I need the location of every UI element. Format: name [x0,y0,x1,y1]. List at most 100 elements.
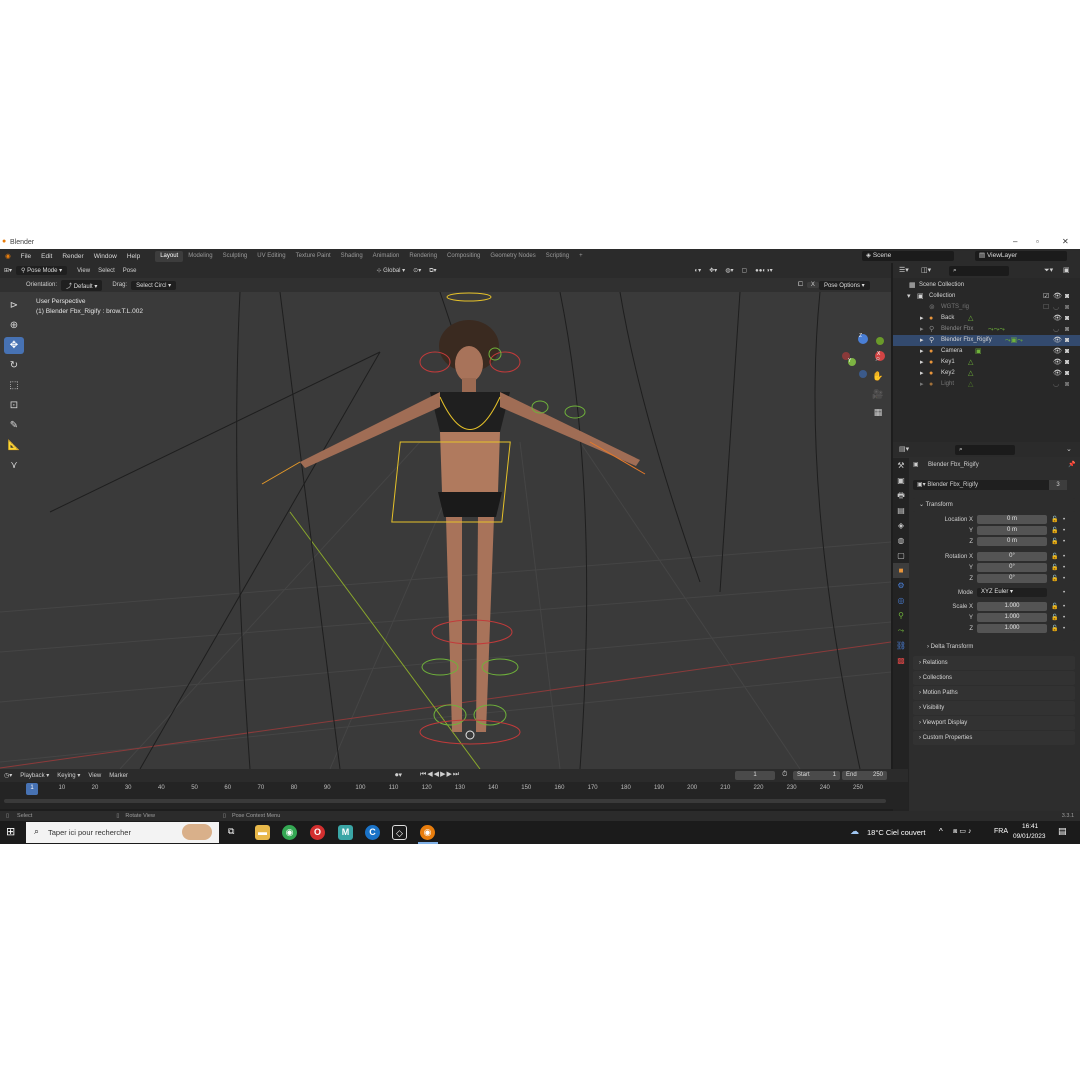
motion-paths-panel[interactable]: › Motion Paths [913,686,1075,700]
camera-render-icon[interactable]: ◙ [1065,302,1069,313]
tab-object-icon[interactable]: ■ [893,563,909,578]
zoom-icon[interactable]: ⌕ [870,353,886,367]
menu-help[interactable]: Help [122,253,145,260]
tab-rendering[interactable]: Rendering [404,251,442,262]
keyframe-dot-icon[interactable]: • [1063,624,1065,634]
menu-marker[interactable]: Marker [105,773,132,779]
scale-z-field[interactable]: 1.000 [977,624,1047,633]
tab-render-icon[interactable]: ▣ [893,473,909,488]
snap-icon[interactable]: ⧉▾ [425,267,440,275]
filter-icon[interactable]: ⏷▾ [1044,266,1053,275]
gizmo-y-label[interactable]: Y [848,358,851,364]
end-frame-field[interactable]: End 250 [842,771,887,780]
tab-world-icon[interactable]: ◍ [893,533,909,548]
properties-search[interactable]: ⌕ [955,445,1015,455]
eye-icon[interactable]: 👁 [1053,357,1062,368]
camera-render-icon[interactable]: ◙ [1065,291,1069,302]
delta-transform-subpanel[interactable]: › Delta Transform [921,640,1075,654]
ortho-grid-icon[interactable]: ▦ [870,407,886,421]
display-mode-icon[interactable]: ◫▾ [921,266,931,274]
tab-physics-icon[interactable]: ◎ [893,593,909,608]
lock-icon[interactable]: 🔓 [1051,552,1058,562]
view-layer-selector[interactable]: ▤ ViewLayer [975,251,1067,261]
tab-uv-editing[interactable]: UV Editing [252,251,290,262]
keyframe-dot-icon[interactable]: • [1063,613,1065,623]
data-block-field[interactable]: ▣▾ Blender Fbx_Rigify [913,480,1065,490]
add-workspace-icon[interactable]: + [574,251,588,262]
chevron-up-icon[interactable]: ^ [939,827,943,836]
tab-animation[interactable]: Animation [368,251,405,262]
3d-viewport[interactable]: ⊞▾ ⚲ Pose Mode ▾ View Select Pose ⊹ Glob… [0,263,891,769]
eye-icon[interactable]: 👁 [1053,368,1062,379]
keyframe-dot-icon[interactable]: • [1063,537,1065,547]
cursor-select-icon[interactable]: ⊳ [4,297,24,314]
eye-icon[interactable]: 👁 [1053,346,1062,357]
tab-texture-icon[interactable]: ▩ [893,653,909,668]
list-item[interactable]: ▸ ● Back △ 👁 ◙ [893,313,1080,324]
scale-tool-icon[interactable]: ⬚ [4,377,24,394]
tab-sculpting[interactable]: Sculpting [218,251,253,262]
list-item[interactable]: ▸ ● Camera ▣ 👁 ◙ [893,346,1080,357]
camera-render-icon[interactable]: ◙ [1065,379,1069,390]
properties-editor-icon[interactable]: ▤▾ [899,445,909,453]
keyframe-dot-icon[interactable]: • [1063,602,1065,612]
transform-tool-icon[interactable]: ⊡ [4,397,24,414]
transform-orientation-dropdown[interactable]: ⊹ Global ▾ [372,267,409,274]
weather-icon[interactable]: ☁ [850,826,859,837]
menu-pose[interactable]: Pose [119,268,141,274]
tab-output-icon[interactable]: 🖶 [893,488,909,503]
outliner-collection[interactable]: ▾ ▣ Collection ☑ 👁 ◙ [893,291,1080,302]
keyframe-dot-icon[interactable]: • [1063,515,1065,525]
eye-closed-icon[interactable]: ◡ [1053,379,1059,390]
tab-geometry-nodes[interactable]: Geometry Nodes [485,251,540,262]
tray-icons[interactable]: ⧈ ▭ ♪ [953,827,971,836]
pan-hand-icon[interactable]: ✋ [870,371,886,385]
rotation-mode-dropdown[interactable]: XYZ Euler ▾ [977,588,1047,597]
checkbox-icon[interactable]: ☑ [1043,291,1049,302]
menu-timeline-view[interactable]: View [84,773,105,779]
keyframe-dot-icon[interactable]: • [1063,574,1065,584]
camera-render-icon[interactable]: ◙ [1065,346,1069,357]
location-x-field[interactable]: 0 m [977,515,1047,524]
scale-y-field[interactable]: 1.000 [977,613,1047,622]
menu-select[interactable]: Select [94,268,119,274]
tab-scripting[interactable]: Scripting [541,251,574,262]
chevron-down-icon[interactable]: ⌄ [1066,445,1072,453]
c-app-icon[interactable]: C [365,825,380,840]
playback-controls[interactable]: ⏮◀◀▶▶⏭ [420,770,460,779]
list-item[interactable]: ▸ ● Key2 △ 👁 ◙ [893,368,1080,379]
camera-render-icon[interactable]: ◙ [1065,357,1069,368]
pin-icon[interactable]: 📌 [1068,460,1075,470]
outliner-editor-icon[interactable]: ☰▾ [899,266,909,274]
file-explorer-icon[interactable]: ▬ [255,825,270,840]
clock-time[interactable]: 16:41 [1022,823,1038,830]
tab-modeling[interactable]: Modeling [183,251,217,262]
camera-render-icon[interactable]: ◙ [1065,335,1069,346]
scene-selector[interactable]: ◈ Scene [862,251,954,261]
taskbar-search[interactable]: ⌕ Taper ici pour rechercher [26,822,219,843]
timeline-editor-icon[interactable]: ◷▾ [0,772,16,779]
tab-collection-icon[interactable]: ▢ [893,548,909,563]
camera-view-icon[interactable]: 🎥 [870,389,886,403]
keyframe-dot-icon[interactable]: • [1063,563,1065,573]
tab-object-data-icon[interactable]: ⚲ [893,608,909,623]
current-frame-field[interactable]: 1 [735,771,775,780]
overlay-toggle-icon[interactable]: ◍▾ [721,267,737,274]
pose-options-dropdown[interactable]: Pose Options ▾ [818,280,870,290]
maximize-icon[interactable]: ▫ [1036,237,1039,246]
frame-ruler[interactable]: 1 10 20 30 40 50 60 70 80 90 100 110 120 130 140 150 160… [0,783,908,795]
tab-scene-icon[interactable]: ◈ [893,518,909,533]
task-view-icon[interactable]: ⧉ [228,826,234,837]
blender-taskbar-icon[interactable]: ◉ [420,825,435,840]
editor-type-icon[interactable]: ⊞▾ [0,267,16,274]
location-z-field[interactable]: 0 m [977,537,1047,546]
lock-icon[interactable]: 🔓 [1051,526,1058,536]
mode-selector[interactable]: ⚲ Pose Mode ▾ [16,266,68,275]
menu-edit[interactable]: Edit [36,253,57,260]
annotate-tool-icon[interactable]: ✎ [4,417,24,434]
cursor-icon[interactable]: ⊕ [4,317,24,334]
outliner-search[interactable]: ⌕ [949,266,1009,276]
list-item-active[interactable]: ▸ ⚲ Blender Fbx_Rigify ⤳▣⤳ 👁 ◙ [893,335,1080,346]
eye-icon[interactable]: 👁 [1053,313,1062,324]
keyframe-dot-icon[interactable]: • [1063,588,1065,598]
